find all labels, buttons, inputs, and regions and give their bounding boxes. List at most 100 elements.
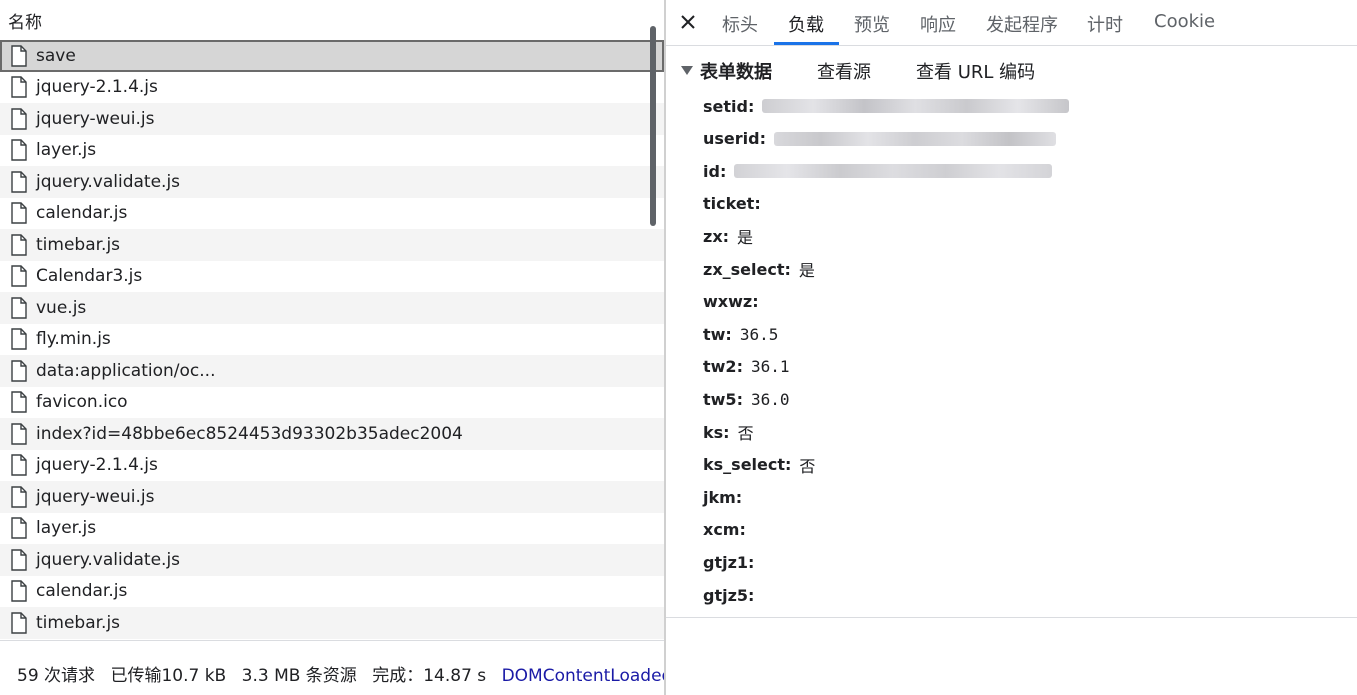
- form-data-row: ks_select: 否: [703, 453, 815, 477]
- request-name: layer.js: [36, 518, 97, 539]
- tab-response[interactable]: 响应: [920, 11, 956, 37]
- file-icon: [11, 517, 27, 539]
- request-name: timebar.js: [36, 234, 121, 255]
- tab-timing[interactable]: 计时: [1087, 11, 1123, 37]
- request-list-panel: 名称 save jquery-2.1.4.js jquery-weui.js laye…: [0, 0, 664, 695]
- form-data-value: 36.0: [750, 389, 790, 409]
- file-icon: [11, 328, 27, 350]
- request-name: save: [36, 45, 76, 66]
- request-name: jquery-2.1.4.js: [36, 455, 158, 476]
- form-data-key: zx:: [703, 226, 730, 246]
- file-icon: [11, 76, 27, 98]
- form-data-row: tw5: 36.0: [703, 387, 790, 411]
- redacted-value: [762, 99, 1070, 113]
- file-icon: [11, 202, 27, 224]
- request-row[interactable]: jquery-weui.js: [0, 481, 664, 513]
- form-data-value: 是: [737, 228, 754, 248]
- request-row[interactable]: jquery.validate.js: [0, 166, 664, 198]
- redacted-value: [734, 164, 1053, 179]
- tab-headers[interactable]: 标头: [722, 11, 758, 37]
- request-count: 59 次请求: [17, 666, 96, 686]
- request-row[interactable]: calendar.js: [0, 576, 664, 608]
- details-tabbar: 标头 负载 预览 响应 发起程序 计时 Cookie: [666, 0, 1357, 46]
- request-row[interactable]: fly.min.js: [0, 324, 664, 356]
- section-bottom-divider: [666, 617, 1357, 618]
- form-data-row: ks: 否: [703, 420, 754, 444]
- file-icon: [11, 580, 27, 602]
- request-row[interactable]: calendar.js: [0, 198, 664, 230]
- tab-cookie[interactable]: Cookie: [1154, 11, 1215, 32]
- name-column-header[interactable]: 名称: [0, 0, 664, 40]
- list-scrollbar[interactable]: [650, 26, 656, 226]
- file-icon: [11, 391, 27, 413]
- form-data-section-header[interactable]: 表单数据 查看源 查看 URL 编码: [666, 58, 1357, 84]
- form-data-key: ks:: [703, 422, 730, 442]
- request-row[interactable]: layer.js: [0, 513, 664, 545]
- form-data-row: jkm:: [703, 485, 750, 509]
- tab-payload[interactable]: 负载: [788, 11, 824, 37]
- form-data-key: tw2:: [703, 357, 743, 377]
- request-name: jquery-weui.js: [36, 486, 155, 507]
- request-name: index?id=48bbe6ec8524453d93302b35adec200…: [36, 423, 463, 444]
- request-name: layer.js: [36, 140, 97, 161]
- form-data-row: userid:: [703, 127, 1056, 151]
- form-data-key: xcm:: [703, 520, 746, 540]
- form-data-row: tw: 36.5: [703, 322, 778, 346]
- tab-preview[interactable]: 预览: [854, 11, 890, 37]
- request-name: calendar.js: [36, 203, 128, 224]
- file-icon: [11, 297, 27, 319]
- request-row[interactable]: favicon.ico: [0, 387, 664, 419]
- request-row[interactable]: jquery.validate.js: [0, 544, 664, 576]
- resource-size: 3.3 MB 条资源: [241, 666, 357, 686]
- form-data-value: 否: [737, 424, 754, 443]
- form-data-key: gtjz5:: [703, 585, 755, 605]
- request-row[interactable]: layer.js: [0, 135, 664, 167]
- request-name: Calendar3.js: [36, 266, 143, 287]
- form-data-value: 否: [799, 456, 816, 476]
- form-data-value: 36.5: [739, 324, 779, 344]
- form-data-row: gtjz1:: [703, 550, 762, 574]
- domcontentloaded-time: DOMContentLoaded：1: [501, 666, 664, 686]
- request-row[interactable]: jquery-2.1.4.js: [0, 450, 664, 482]
- form-data-row: xcm:: [703, 518, 754, 542]
- redacted-value: [774, 131, 1056, 146]
- file-icon: [11, 234, 27, 256]
- form-data-row: wxwz:: [703, 290, 767, 314]
- view-url-encoded-link[interactable]: 查看 URL 编码: [916, 58, 1035, 84]
- file-icon: [11, 454, 27, 476]
- request-row[interactable]: jquery-2.1.4.js: [0, 72, 664, 104]
- request-row[interactable]: index?id=48bbe6ec8524453d93302b35adec200…: [0, 418, 664, 450]
- form-data-row: zx_select: 是: [703, 257, 815, 281]
- active-tab-indicator: [774, 42, 839, 45]
- close-icon[interactable]: [677, 11, 699, 33]
- form-data-value: 36.1: [750, 357, 790, 377]
- transferred-size: 已传输10.7 kB: [110, 666, 227, 686]
- request-row[interactable]: timebar.js: [0, 229, 664, 261]
- tab-initiator[interactable]: 发起程序: [986, 11, 1058, 37]
- request-row[interactable]: data:application/oc...: [0, 355, 664, 387]
- file-icon: [11, 486, 27, 508]
- file-icon: [11, 549, 27, 571]
- file-icon: [11, 360, 27, 382]
- form-data-row: setid:: [703, 94, 1070, 118]
- collapse-triangle-icon[interactable]: [681, 66, 693, 75]
- request-row[interactable]: timebar.js: [0, 607, 664, 639]
- request-row[interactable]: vue.js: [0, 292, 664, 324]
- form-data-key: jkm:: [703, 487, 743, 507]
- request-details-panel: 标头 负载 预览 响应 发起程序 计时 Cookie 表单数据 查看源 查看 U…: [666, 0, 1357, 695]
- form-data-key: id:: [703, 161, 727, 181]
- request-name: timebar.js: [36, 612, 121, 633]
- status-bar: 59 次请求 已传输10.7 kB 3.3 MB 条资源 完成：14.87 s …: [0, 640, 664, 695]
- view-source-link[interactable]: 查看源: [817, 58, 871, 84]
- form-data-key: wxwz:: [703, 292, 759, 312]
- request-name: jquery-2.1.4.js: [36, 77, 158, 98]
- request-row[interactable]: Calendar3.js: [0, 261, 664, 293]
- request-row[interactable]: jquery-weui.js: [0, 103, 664, 135]
- section-title: 表单数据: [700, 62, 772, 83]
- request-name: fly.min.js: [36, 329, 111, 350]
- form-data-row: gtjz5:: [703, 583, 762, 607]
- form-data-row: ticket:: [703, 192, 769, 216]
- form-data-key: tw:: [703, 324, 732, 344]
- request-row-selected[interactable]: save: [0, 40, 664, 72]
- form-data-row: id:: [703, 159, 1053, 183]
